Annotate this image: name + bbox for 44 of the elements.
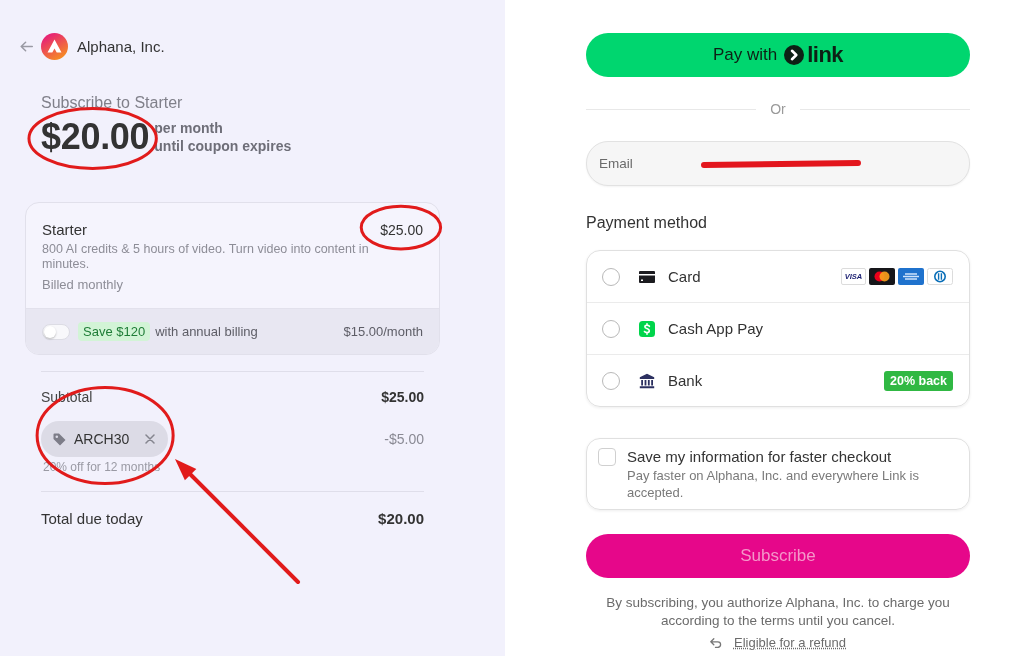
tag-icon xyxy=(53,432,66,446)
card-brand-icon xyxy=(927,268,953,285)
total-label: Total due today xyxy=(41,509,143,529)
checkbox[interactable] xyxy=(598,448,616,466)
radio-button[interactable] xyxy=(602,371,620,390)
payment-option[interactable]: Cash App Pay xyxy=(587,302,969,354)
annual-price: $15.00/month xyxy=(343,324,423,339)
mastercard-logo-icon xyxy=(869,268,895,285)
undo-arrow-icon xyxy=(710,638,722,648)
page-title: Subscribe to Starter xyxy=(41,93,184,113)
dollar-app-icon xyxy=(639,320,655,337)
logo-icon xyxy=(41,33,68,60)
total-amount: $20.00 xyxy=(378,509,424,529)
price-amount: $20.00 xyxy=(41,117,150,157)
refund-link[interactable]: Eligible for a refund xyxy=(734,635,846,651)
credit-card-icon xyxy=(639,270,655,283)
savings-badge: Save $120 xyxy=(78,322,151,341)
subtotal-amount: $25.00 xyxy=(381,388,424,407)
coupon-duration-note: until coupon expires xyxy=(154,137,292,155)
radio-button[interactable] xyxy=(602,267,620,286)
close-icon[interactable] xyxy=(145,434,156,444)
billing-frequency: Billed monthly xyxy=(42,277,124,293)
payment-option[interactable]: Bank 20% back xyxy=(587,354,969,406)
toggle-switch[interactable] xyxy=(42,323,70,340)
section-heading: Payment method xyxy=(586,213,708,233)
save-info-description: Pay faster on Alphana, Inc. and everywhere Link is accepted. xyxy=(627,467,920,501)
cashback-badge: 20% back xyxy=(884,370,953,391)
email-field[interactable]: Email xyxy=(586,141,970,186)
card-brand-icon xyxy=(898,268,924,285)
company-name: Alphana, Inc. xyxy=(77,38,165,55)
plan-description: 800 AI credits & 5 hours of video. Turn video into content in minutes. xyxy=(42,242,370,272)
bank-building-icon xyxy=(639,372,655,389)
plan-price: $25.00 xyxy=(380,221,423,240)
divider-text: Or xyxy=(770,101,786,117)
chevron-circle-icon xyxy=(784,45,805,65)
back-arrow-icon[interactable] xyxy=(20,41,33,52)
plan-name: Starter xyxy=(42,220,87,240)
discount-amount: -$5.00 xyxy=(384,431,424,447)
pay-with-link-button[interactable]: Pay with link xyxy=(586,33,970,77)
radio-button[interactable] xyxy=(602,319,620,338)
annual-billing-text: with annual billing xyxy=(155,324,258,339)
save-info-title: Save my information for faster checkout xyxy=(627,447,893,467)
legal-text: By subscribing, you authorize Alphana, Inc. to charge you according to the terms until you cancel. xyxy=(605,594,951,630)
coupon-code: ARCH30 xyxy=(74,431,130,447)
